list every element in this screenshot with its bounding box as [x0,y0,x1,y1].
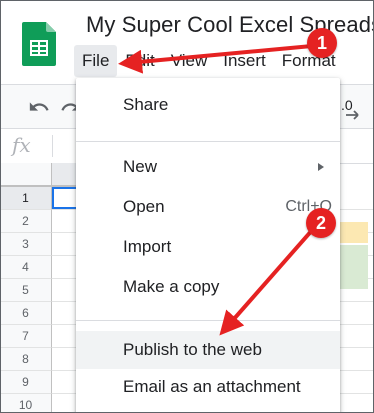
annotation-badge-2: 2 [306,208,336,238]
file-menu-dropdown: Share New Open Ctrl+O Import Make a copy… [76,78,340,413]
menu-file[interactable]: File [74,45,118,77]
google-sheets-logo[interactable] [22,22,56,66]
menu-bar: File Edit View Insert Format [74,44,344,78]
row-header-1[interactable]: 1 [0,187,52,210]
menu-view[interactable]: View [163,45,216,77]
menu-item-label: Open [123,197,165,216]
row-header-10[interactable]: 10 [0,394,52,413]
row-header-3[interactable]: 3 [0,233,52,256]
menu-item-label: Share [123,95,169,114]
menu-item-publish-to-the-web[interactable]: Publish to the web [76,331,340,369]
row-header-5[interactable]: 5 [0,279,52,302]
menu-item-make-a-copy[interactable]: Make a copy [76,268,340,306]
row-header-7[interactable]: 7 [0,325,52,348]
selected-cell-a1[interactable] [52,187,78,209]
menu-item-label: Make a copy [123,277,220,296]
menu-item-email-as-attachment[interactable]: Email as an attachment [76,368,340,406]
menu-item-label: Publish to the web [123,340,262,359]
menu-item-label: Email as an attachment [123,377,301,396]
filled-cell-green[interactable] [338,245,368,289]
menu-separator [76,141,340,142]
filled-cell-yellow[interactable] [338,222,368,243]
menu-item-new[interactable]: New [76,148,340,186]
row-header-8[interactable]: 8 [0,348,52,371]
fx-icon: fx [12,133,31,157]
decrease-decimal-icon[interactable] [344,109,364,121]
row-header-2[interactable]: 2 [0,210,52,233]
column-header-a[interactable] [52,163,78,187]
menu-item-import[interactable]: Import [76,228,340,266]
menu-item-open[interactable]: Open Ctrl+O [76,188,340,226]
row-header-4[interactable]: 4 [0,256,52,279]
menu-edit[interactable]: Edit [117,45,162,77]
menu-separator [76,320,340,321]
undo-icon[interactable] [28,96,50,118]
menu-insert[interactable]: Insert [215,45,274,77]
menu-item-share[interactable]: Share [76,86,340,124]
spreadsheet-window: My Super Cool Excel Spreadsheet File Edi… [0,0,374,413]
select-all-corner[interactable] [0,163,52,187]
annotation-badge-1: 1 [307,28,337,58]
menu-item-label: Import [123,237,172,256]
formula-divider [52,135,53,157]
menu-item-label: New [123,157,158,176]
row-header-9[interactable]: 9 [0,371,52,394]
row-header-6[interactable]: 6 [0,302,52,325]
submenu-arrow-icon [318,163,324,171]
